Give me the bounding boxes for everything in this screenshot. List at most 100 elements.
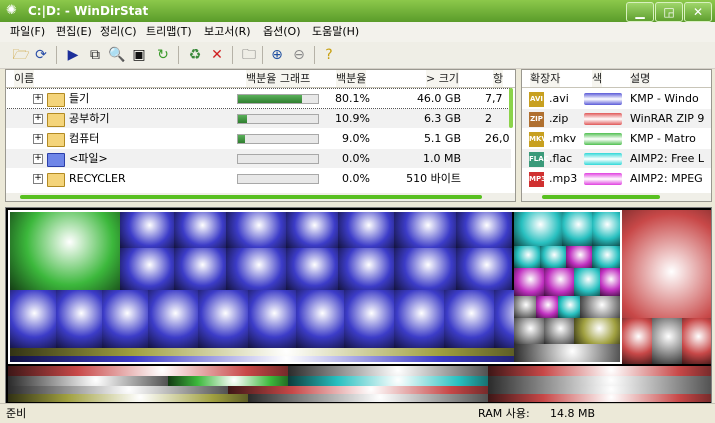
- toolbar: 🗁 ⟳ ▶ ⧉ 🔍 ▣ ↻ ♻ ✕ 🗀 ⊕ ⊖ ?: [0, 42, 715, 69]
- treemap-cell[interactable]: [652, 318, 682, 364]
- file-type-icon: MP3: [529, 172, 546, 187]
- title-bar[interactable]: ✺ C:|D: - WinDirStat ▁ ◲ ✕: [0, 0, 715, 22]
- folder-icon: [47, 133, 65, 147]
- treemap-cell[interactable]: [248, 394, 488, 402]
- row-percent: 80.1%: [335, 92, 370, 105]
- extension-name: .zip: [549, 112, 569, 125]
- open-folder-icon[interactable]: 🗁: [12, 46, 30, 64]
- extension-name: .flac: [549, 152, 573, 165]
- column-description[interactable]: 설명: [630, 70, 651, 87]
- column-percent-graph[interactable]: 백분율 그래프: [246, 70, 311, 87]
- menu-edit[interactable]: 편집(E): [56, 25, 92, 39]
- column-name[interactable]: 이름: [14, 70, 35, 87]
- extension-description: KMP - Windo: [630, 92, 699, 105]
- windirstat-window: ✺ C:|D: - WinDirStat ▁ ◲ ✕ 파일(F) 편집(E) 정…: [0, 0, 715, 423]
- treemap-cell[interactable]: [8, 394, 248, 402]
- row-size: 5.1 GB: [423, 132, 461, 145]
- row-size: 1.0 MB: [422, 152, 461, 165]
- column-extension[interactable]: 확장자: [530, 70, 561, 87]
- delete-icon[interactable]: ✕: [208, 46, 226, 64]
- extension-description: WinRAR ZIP 9: [630, 112, 705, 125]
- extension-row[interactable]: MP3 .mp3 AIMP2: MPEG: [522, 169, 711, 188]
- row-size: 46.0 GB: [416, 92, 461, 105]
- maximize-button[interactable]: ◲: [655, 2, 683, 22]
- extension-row[interactable]: FLAC .flac AIMP2: Free L: [522, 149, 711, 168]
- treemap-cell[interactable]: [488, 394, 711, 402]
- tree-row[interactable]: + 공부하기 10.9% 6.3 GB 2: [6, 109, 511, 128]
- horizontal-scrollbar[interactable]: [522, 193, 711, 201]
- tree-row[interactable]: + 컴퓨터 9.0% 5.1 GB 26,0: [6, 129, 511, 148]
- toolbar-separator: [262, 46, 263, 64]
- vertical-scrollbar[interactable]: [509, 88, 513, 128]
- directory-tree-panel[interactable]: 이름 백분율 그래프 백분율 > 크기 항 + 들기 80.1% 46.0 GB 7,7…: [5, 69, 516, 202]
- help-icon[interactable]: ?: [320, 46, 338, 64]
- folder-icon: [47, 113, 65, 127]
- treemap-cell[interactable]: [8, 386, 228, 394]
- play-icon[interactable]: ▶: [64, 46, 82, 64]
- treemap-cell[interactable]: [8, 366, 288, 376]
- column-items[interactable]: 항: [493, 70, 504, 87]
- zoom-out-icon[interactable]: ⊖: [290, 46, 308, 64]
- tree-row[interactable]: + RECYCLER 0.0% 510 바이트: [6, 169, 511, 188]
- explorer-icon[interactable]: 🔍: [108, 46, 126, 64]
- folder-icon: [47, 173, 65, 187]
- percent-graph-fill: [238, 95, 303, 103]
- file-type-icon: AVI: [529, 92, 544, 107]
- extension-list-panel[interactable]: 확장자 색 설명 AVI .avi KMP - Windo ZIP .zip WinRAR…: [521, 69, 712, 202]
- scrollbar-thumb[interactable]: [542, 195, 660, 199]
- extension-row[interactable]: MKV .mkv KMP - Matro: [522, 129, 711, 148]
- treemap-cell[interactable]: [622, 318, 652, 364]
- file-type-icon: MKV: [529, 132, 547, 147]
- zoom-in-icon[interactable]: ⊕: [268, 46, 286, 64]
- expand-toggle[interactable]: +: [33, 94, 43, 104]
- menu-help[interactable]: 도움말(H): [312, 25, 359, 39]
- treemap-cell[interactable]: [488, 376, 711, 386]
- close-button[interactable]: ✕: [684, 2, 712, 22]
- expand-toggle[interactable]: +: [33, 114, 43, 124]
- column-size[interactable]: > 크기: [426, 70, 459, 87]
- percent-graph-bar: [237, 114, 319, 124]
- command-prompt-icon[interactable]: ▣: [130, 46, 148, 64]
- treemap-cell[interactable]: [228, 386, 488, 394]
- horizontal-scrollbar[interactable]: [6, 193, 515, 201]
- treemap-cell[interactable]: [488, 366, 711, 376]
- treemap-cell[interactable]: [168, 376, 288, 386]
- row-percent: 10.9%: [335, 112, 370, 125]
- expand-toggle[interactable]: +: [33, 154, 43, 164]
- column-percent[interactable]: 백분율: [336, 70, 367, 87]
- row-name: 공부하기: [69, 112, 110, 125]
- extension-row[interactable]: AVI .avi KMP - Windo: [522, 89, 711, 108]
- minimize-button[interactable]: ▁: [626, 2, 654, 22]
- row-percent: 0.0%: [342, 172, 370, 185]
- expand-toggle[interactable]: +: [33, 174, 43, 184]
- new-folder-icon[interactable]: 🗀: [240, 46, 258, 64]
- expand-toggle[interactable]: +: [33, 134, 43, 144]
- copy-icon[interactable]: ⧉: [86, 46, 104, 64]
- menu-treemap[interactable]: 트리맵(T): [146, 25, 192, 39]
- refresh-icon[interactable]: ⟳: [32, 46, 50, 64]
- treemap-cell[interactable]: [288, 366, 488, 376]
- row-items: 7,7: [485, 92, 503, 105]
- treemap-cell[interactable]: [288, 376, 488, 386]
- tree-row[interactable]: + <파일> 0.0% 1.0 MB: [6, 149, 511, 168]
- app-icon: ✺: [6, 3, 17, 18]
- recycle-bin-icon[interactable]: ♻: [186, 46, 204, 64]
- tree-row[interactable]: + 들기 80.1% 46.0 GB 7,7: [6, 88, 512, 109]
- treemap-selection-frame: [8, 210, 622, 364]
- toolbar-separator: [314, 46, 315, 64]
- menu-report[interactable]: 보고서(R): [204, 25, 251, 39]
- menu-file[interactable]: 파일(F): [10, 25, 45, 39]
- treemap-view[interactable]: [5, 207, 712, 405]
- row-name: <파일>: [69, 152, 108, 165]
- menu-cleanup[interactable]: 정리(C): [100, 25, 137, 39]
- scrollbar-thumb[interactable]: [20, 195, 482, 199]
- treemap-cell[interactable]: [488, 386, 711, 394]
- treemap-cell[interactable]: [682, 318, 711, 364]
- menu-options[interactable]: 옵션(O): [263, 25, 300, 39]
- treemap-cell[interactable]: [8, 376, 168, 386]
- extension-row[interactable]: ZIP .zip WinRAR ZIP 9: [522, 109, 711, 128]
- column-color[interactable]: 색: [592, 70, 603, 87]
- percent-graph-bar: [237, 94, 319, 104]
- refresh-green-icon[interactable]: ↻: [154, 46, 172, 64]
- menu-bar: 파일(F) 편집(E) 정리(C) 트리맵(T) 보고서(R) 옵션(O) 도움…: [0, 22, 715, 42]
